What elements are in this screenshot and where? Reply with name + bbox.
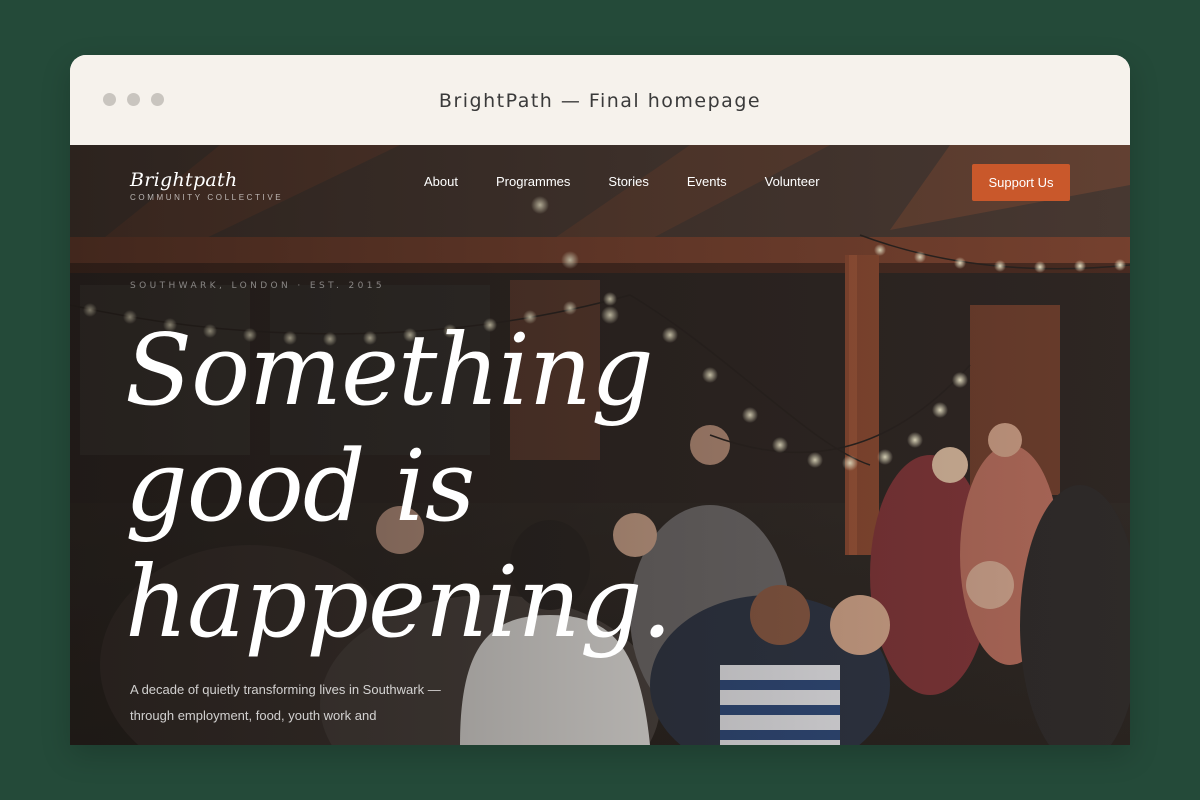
hero-eyebrow: SOUTHWARK, LONDON · EST. 2015 — [130, 281, 385, 291]
page-viewport: Brightpath COMMUNITY COLLECTIVE About Pr… — [70, 145, 1130, 745]
browser-window: BrightPath — Final homepage Brightpath C… — [70, 55, 1130, 745]
nav-events[interactable]: Events — [687, 174, 727, 189]
hero-headline-line-3: happening. — [125, 546, 672, 660]
hero-lede: A decade of quietly transforming lives i… — [130, 682, 441, 723]
nav-stories[interactable]: Stories — [608, 174, 648, 189]
brand-name: Brightpath — [130, 169, 238, 191]
window-titlebar: BrightPath — Final homepage — [70, 55, 1130, 145]
hero-headline: Something good is happening. — [125, 313, 825, 661]
main-nav: About Programmes Stories Events Voluntee… — [424, 174, 858, 189]
nav-about[interactable]: About — [424, 174, 458, 189]
support-us-button[interactable]: Support Us — [972, 164, 1070, 201]
hero-headline-line-1: Something — [125, 314, 654, 428]
nav-volunteer[interactable]: Volunteer — [765, 174, 820, 189]
brand-tagline: COMMUNITY COLLECTIVE — [130, 193, 284, 202]
site-logo[interactable]: Brightpath COMMUNITY COLLECTIVE — [130, 169, 283, 202]
nav-programmes[interactable]: Programmes — [496, 174, 570, 189]
window-title: BrightPath — Final homepage — [438, 90, 762, 112]
hero-headline-line-2: good is — [125, 430, 475, 544]
